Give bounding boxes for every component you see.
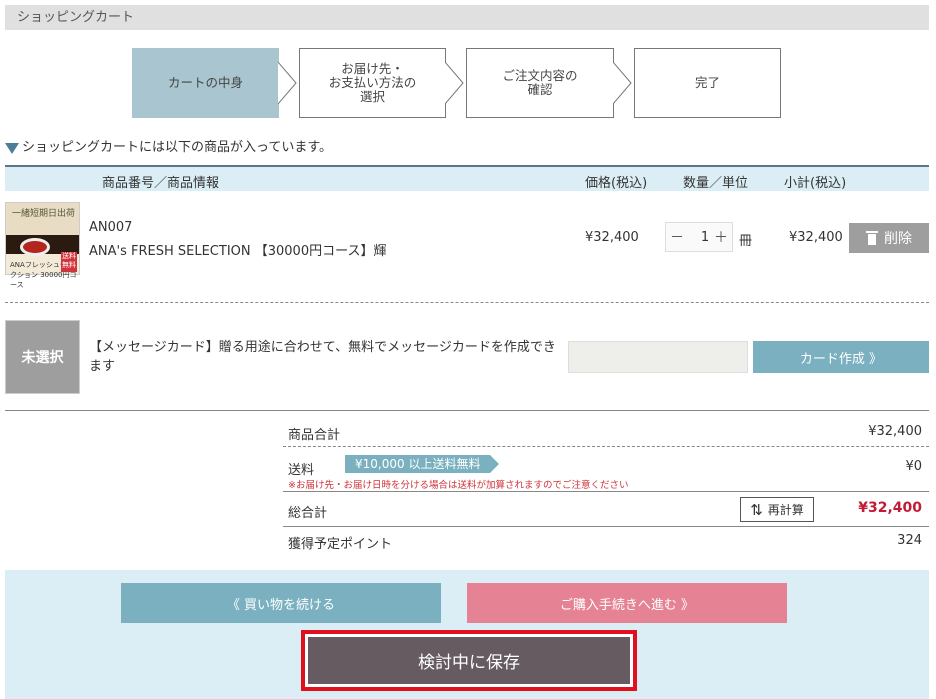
cart-item-row: 一緒短期日出荷 ANAフレッシュセレクション 30000円コース 送料無料 AN… (5, 200, 929, 289)
shipping-row: 送料 ¥10,000 以上送料無料 ¥0 ※お届け先・お届け日時を分ける場合は送… (283, 447, 929, 492)
step-cart: カートの中身 (132, 48, 279, 118)
quantity-unit: 冊 (739, 234, 753, 249)
refresh-icon: ⇅ (750, 500, 763, 519)
quantity-value[interactable]: 1 (701, 230, 709, 245)
grand-total-row: 総合計 ⇅ 再計算 ¥32,400 (283, 492, 929, 527)
plus-icon[interactable]: ＋ (714, 227, 728, 247)
goods-total-row: 商品合計 ¥32,400 (283, 420, 929, 447)
header-qty: 数量／単位 (683, 176, 749, 191)
recalculate-button[interactable]: ⇅ 再計算 (740, 497, 814, 522)
message-card-input[interactable] (568, 341, 748, 373)
divider (5, 302, 929, 303)
message-card-image: 未選択 (5, 320, 80, 394)
divider (5, 410, 929, 411)
step-confirm: ご注文内容の 確認 (466, 48, 614, 118)
free-shipping-badge: ¥10,000 以上送料無料 (345, 455, 500, 473)
save-for-later-button[interactable]: 検討中に保存 (308, 637, 630, 684)
order-summary: 商品合計 ¥32,400 送料 ¥10,000 以上送料無料 ¥0 ※お届け先・… (283, 420, 929, 555)
item-subtotal: ¥32,400 (789, 230, 843, 245)
delete-button[interactable]: 削除 (849, 223, 929, 253)
header-price: 価格(税込) (585, 176, 648, 191)
step-complete: 完了 (634, 48, 781, 118)
triangle-down-icon (5, 143, 19, 154)
points-row: 獲得予定ポイント 324 (288, 533, 922, 552)
trash-icon (866, 231, 878, 245)
message-card-description: 【メッセージカード】贈る用途に合わせて、無料でメッセージカードを作成できます (89, 340, 556, 374)
header-product: 商品番号／商品情報 (102, 176, 220, 191)
header-subtotal: 小計(税込) (784, 176, 847, 191)
step-arrow-icon (278, 62, 297, 104)
message-card-row: 未選択 【メッセージカード】贈る用途に合わせて、無料でメッセージカードを作成でき… (5, 318, 929, 398)
page-title: ショッピングカート (5, 5, 929, 30)
cart-table-header: 商品番号／商品情報 価格(税込) 数量／単位 小計(税込) (5, 165, 929, 191)
create-card-button[interactable]: カード作成 》 (753, 341, 929, 373)
save-highlight: 検討中に保存 (301, 630, 637, 691)
minus-icon[interactable]: － (670, 227, 684, 247)
cart-note: ショッピングカートには以下の商品が入っています。 (5, 136, 332, 155)
continue-shopping-button[interactable]: 《 買い物を続ける (121, 583, 441, 623)
dish-icon (20, 238, 50, 256)
quantity-stepper: － 1 ＋ (665, 222, 733, 252)
product-code: AN007 (89, 220, 133, 235)
step-delivery: お届け先・ お支払い方法の 選択 (299, 48, 446, 118)
step-arrow-icon (613, 62, 632, 104)
action-panel: 《 買い物を続ける ご購入手続きへ進む 》 検討中に保存 (5, 570, 929, 699)
product-price: ¥32,400 (585, 230, 639, 245)
shipping-note: ※お届け先・お届け日時を分ける場合は送料が加算されますのでご注意ください (288, 480, 629, 491)
checkout-steps: カートの中身 お届け先・ お支払い方法の 選択 ご注文内容の 確認 完了 (0, 48, 936, 118)
step-arrow-icon (445, 62, 464, 104)
grand-total-value: ¥32,400 (858, 500, 922, 516)
product-name[interactable]: ANA's FRESH SELECTION 【30000円コース】輝 (89, 240, 386, 259)
product-image[interactable]: 一緒短期日出荷 ANAフレッシュセレクション 30000円コース 送料無料 (5, 202, 80, 289)
proceed-checkout-button[interactable]: ご購入手続きへ進む 》 (467, 583, 787, 623)
